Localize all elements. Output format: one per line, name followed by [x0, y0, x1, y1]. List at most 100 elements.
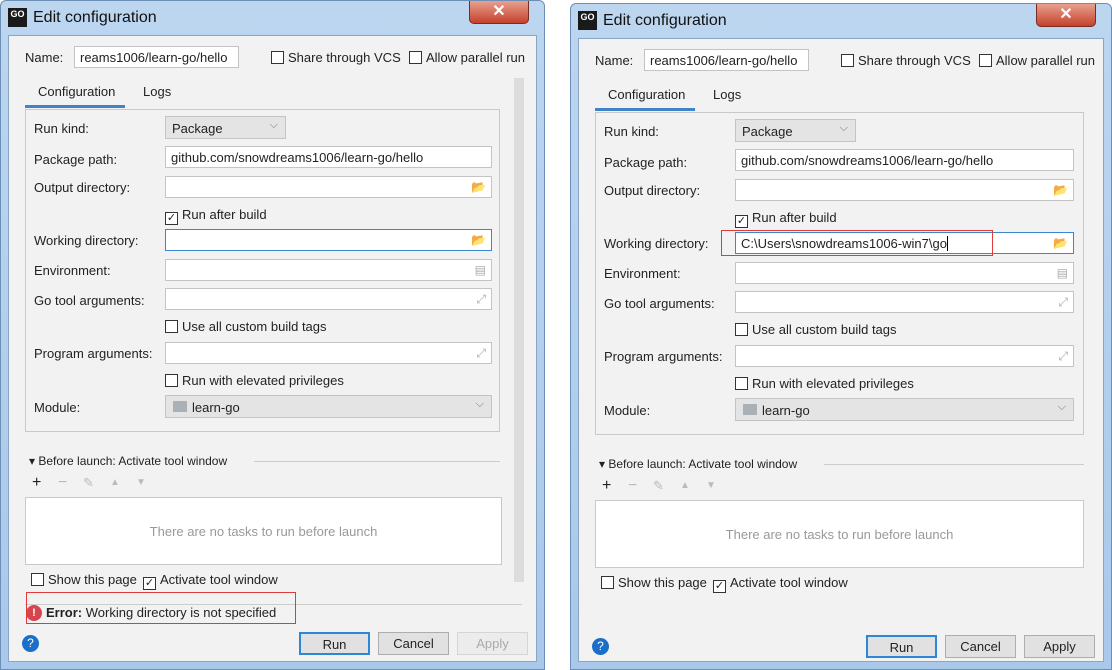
before-launch-toggle[interactable]: ▾ Before launch: Activate tool window	[599, 457, 797, 471]
output-directory-input[interactable]: 📂	[165, 176, 492, 198]
edit-task-icon[interactable]: ✎	[83, 475, 94, 491]
close-button[interactable]: ✕	[1036, 4, 1096, 27]
close-button[interactable]: ✕	[469, 1, 529, 24]
allow-parallel-checkbox[interactable]: Allow parallel run	[409, 50, 525, 65]
edit-configuration-dialog-error: GO Edit configuration ✕ Name: reams1006/…	[0, 0, 545, 670]
before-launch-label: Before launch: Activate tool window	[38, 454, 227, 468]
remove-task-icon[interactable]: −	[628, 477, 637, 495]
go-tool-arguments-label: Go tool arguments:	[604, 296, 715, 311]
edit-task-icon[interactable]: ✎	[653, 478, 664, 494]
share-vcs-checkbox[interactable]: Share through VCS	[841, 53, 971, 68]
cancel-button[interactable]: Cancel	[945, 635, 1016, 658]
show-this-page-label: Show this page	[618, 575, 707, 590]
run-after-build-checkbox[interactable]: ✓Run after build	[165, 207, 267, 225]
package-path-label: Package path:	[604, 155, 687, 170]
tab-configuration[interactable]: Configuration	[608, 87, 685, 102]
before-launch-task-list[interactable]: There are no tasks to run before launch	[25, 497, 502, 565]
environment-input[interactable]: ▤	[735, 262, 1074, 284]
tab-logs[interactable]: Logs	[143, 84, 171, 99]
run-kind-label: Run kind:	[604, 124, 659, 139]
share-vcs-checkbox[interactable]: Share through VCS	[271, 50, 401, 65]
activate-tool-window-checkbox[interactable]: ✓Activate tool window	[143, 572, 278, 590]
output-directory-input[interactable]: 📂	[735, 179, 1074, 201]
folder-icon[interactable]: 📂	[471, 180, 486, 194]
package-path-input[interactable]: github.com/snowdreams1006/learn-go/hello	[165, 146, 492, 168]
document-icon[interactable]: ▤	[475, 263, 486, 277]
move-up-icon[interactable]: ▲	[110, 477, 120, 488]
expand-icon[interactable]: ⤢	[1058, 349, 1068, 364]
allow-parallel-checkbox[interactable]: Allow parallel run	[979, 53, 1095, 68]
folder-icon[interactable]: 📂	[1053, 183, 1068, 197]
working-directory-input[interactable]: 📂	[165, 229, 492, 251]
add-task-icon[interactable]: +	[32, 474, 41, 492]
go-tool-arguments-input[interactable]: ⤢	[735, 291, 1074, 313]
activate-tool-window-label: Activate tool window	[730, 575, 848, 590]
activate-tool-window-label: Activate tool window	[160, 572, 278, 587]
empty-tasks-text: There are no tasks to run before launch	[726, 527, 954, 542]
scrollbar[interactable]	[514, 78, 524, 582]
chevron-down-icon: ⌵	[840, 122, 848, 135]
use-custom-build-tags-checkbox[interactable]: Use all custom build tags	[165, 319, 327, 334]
tab-configuration[interactable]: Configuration	[38, 84, 115, 99]
activate-tool-window-checkbox[interactable]: ✓Activate tool window	[713, 575, 848, 593]
before-launch-toggle[interactable]: ▾ Before launch: Activate tool window	[29, 454, 227, 468]
run-after-build-checkbox[interactable]: ✓Run after build	[735, 210, 837, 228]
folder-icon[interactable]: 📂	[471, 233, 486, 247]
allow-parallel-label: Allow parallel run	[426, 50, 525, 65]
go-tool-arguments-input[interactable]: ⤢	[165, 288, 492, 310]
show-this-page-label: Show this page	[48, 572, 137, 587]
move-up-icon[interactable]: ▲	[680, 480, 690, 491]
chevron-down-icon: ⌵	[270, 119, 278, 132]
module-label: Module:	[34, 400, 80, 415]
run-elevated-label: Run with elevated privileges	[182, 373, 344, 388]
run-button[interactable]: Run	[299, 632, 370, 655]
allow-parallel-label: Allow parallel run	[996, 53, 1095, 68]
use-custom-build-tags-checkbox[interactable]: Use all custom build tags	[735, 322, 897, 337]
run-kind-value: Package	[172, 121, 223, 136]
name-input[interactable]: reams1006/learn-go/hello	[74, 46, 239, 68]
program-arguments-input[interactable]: ⤢	[735, 345, 1074, 367]
run-kind-value: Package	[742, 124, 793, 139]
help-icon[interactable]: ?	[592, 638, 609, 655]
remove-task-icon[interactable]: −	[58, 474, 67, 492]
run-button[interactable]: Run	[866, 635, 937, 658]
expand-icon[interactable]: ⤢	[1058, 295, 1068, 310]
add-task-icon[interactable]: +	[602, 477, 611, 495]
run-kind-select[interactable]: Package ⌵	[165, 116, 286, 139]
show-this-page-checkbox[interactable]: Show this page	[31, 572, 137, 587]
share-vcs-label: Share through VCS	[288, 50, 401, 65]
apply-button[interactable]: Apply	[457, 632, 528, 655]
program-arguments-input[interactable]: ⤢	[165, 342, 492, 364]
help-icon[interactable]: ?	[22, 635, 39, 652]
run-elevated-checkbox[interactable]: Run with elevated privileges	[165, 373, 344, 388]
expand-icon[interactable]: ⤢	[476, 346, 486, 361]
dialog-title: Edit configuration	[33, 9, 157, 27]
apply-button[interactable]: Apply	[1024, 635, 1095, 658]
show-this-page-checkbox[interactable]: Show this page	[601, 575, 707, 590]
run-elevated-label: Run with elevated privileges	[752, 376, 914, 391]
document-icon[interactable]: ▤	[1057, 266, 1068, 280]
go-tool-arguments-label: Go tool arguments:	[34, 293, 145, 308]
active-tab-indicator	[595, 108, 695, 111]
run-after-build-label: Run after build	[182, 207, 267, 222]
cancel-button[interactable]: Cancel	[378, 632, 449, 655]
run-elevated-checkbox[interactable]: Run with elevated privileges	[735, 376, 914, 391]
environment-input[interactable]: ▤	[165, 259, 492, 281]
program-arguments-label: Program arguments:	[604, 349, 723, 364]
tab-logs[interactable]: Logs	[713, 87, 741, 102]
name-input[interactable]: reams1006/learn-go/hello	[644, 49, 809, 71]
package-path-input[interactable]: github.com/snowdreams1006/learn-go/hello	[735, 149, 1074, 171]
run-kind-select[interactable]: Package ⌵	[735, 119, 856, 142]
module-value: learn-go	[192, 400, 240, 415]
folder-icon[interactable]: 📂	[1053, 236, 1068, 250]
before-launch-task-list[interactable]: There are no tasks to run before launch	[595, 500, 1084, 568]
expand-icon[interactable]: ⤢	[476, 292, 486, 307]
move-down-icon[interactable]: ▼	[136, 477, 146, 488]
module-select[interactable]: learn-go⌵	[735, 398, 1074, 421]
module-select[interactable]: learn-go⌵	[165, 395, 492, 418]
working-directory-label: Working directory:	[604, 236, 709, 251]
move-down-icon[interactable]: ▼	[706, 480, 716, 491]
go-app-icon: GO	[578, 11, 597, 30]
empty-tasks-text: There are no tasks to run before launch	[150, 524, 378, 539]
working-directory-label: Working directory:	[34, 233, 139, 248]
